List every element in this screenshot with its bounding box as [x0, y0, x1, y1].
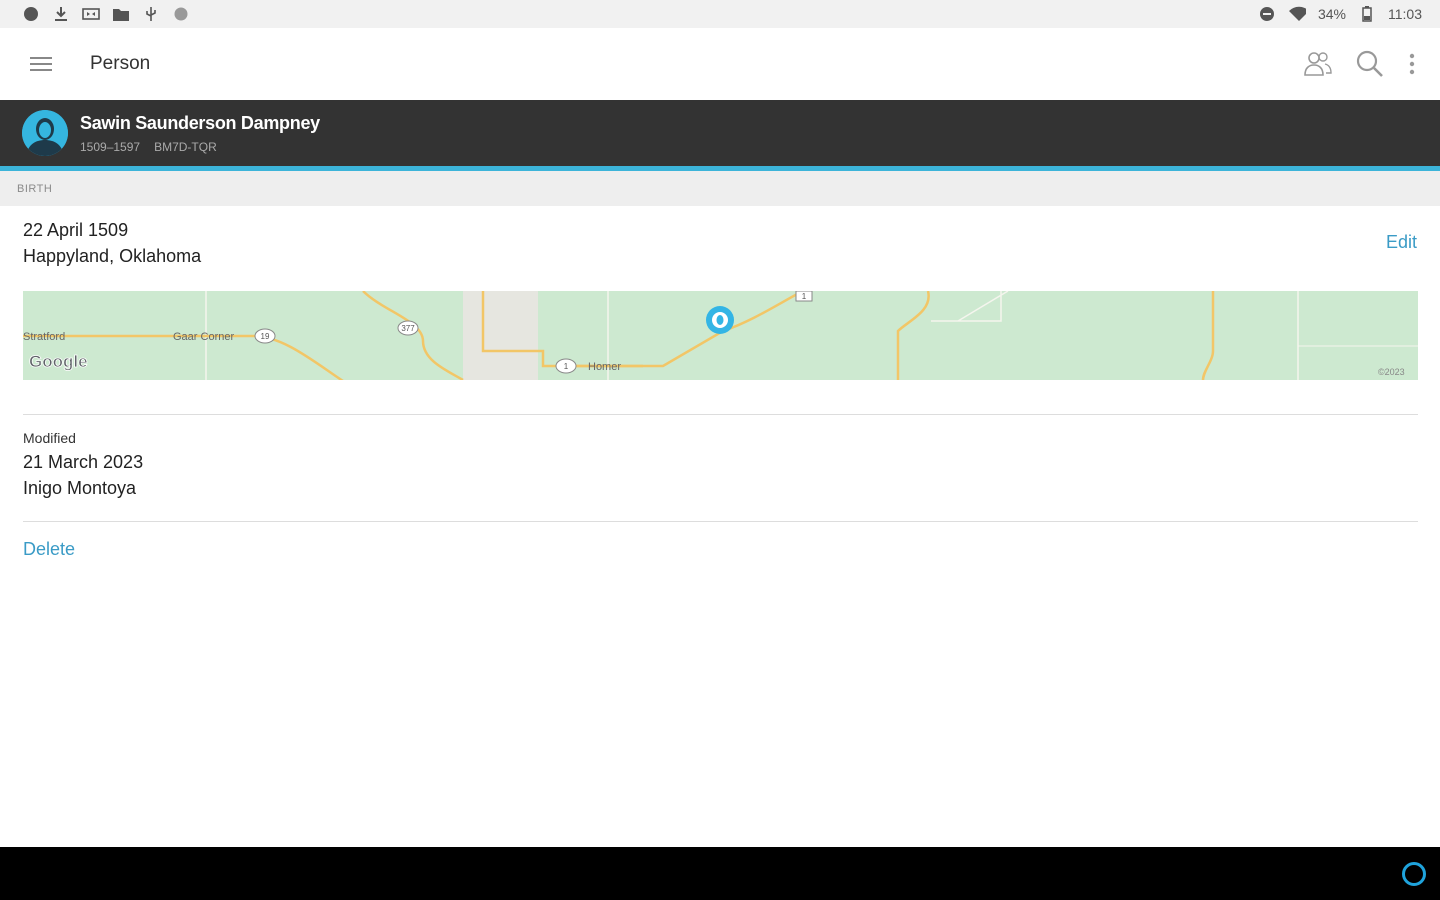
map-marker-icon[interactable] — [706, 306, 734, 334]
birth-date: 22 April 1509 — [23, 220, 129, 240]
modified-label: Modified — [23, 430, 76, 446]
people-icon — [1304, 52, 1332, 76]
clock: 11:03 — [1388, 6, 1422, 22]
birth-place: Happyland, Oklahoma — [23, 246, 202, 266]
modified-date: 21 March 2023 — [23, 452, 144, 472]
map[interactable]: 19 377 1 1 Stratford Gaar Corner Homer G… — [23, 291, 1418, 380]
modified-user: Inigo Montoya — [23, 478, 137, 498]
cast-icon — [82, 5, 100, 23]
download-icon — [52, 5, 70, 23]
place-label: Homer — [588, 361, 621, 373]
divider — [23, 521, 1418, 522]
notification-dot-icon — [22, 5, 40, 23]
do-not-disturb-icon — [1258, 5, 1276, 23]
wifi-icon — [1288, 5, 1306, 23]
map-copyright: ©2023 — [1378, 367, 1405, 377]
status-icons-left — [22, 5, 190, 23]
alexa-icon[interactable] — [1402, 862, 1426, 886]
status-icons-right: 34% 11:03 — [1258, 5, 1422, 23]
delete-button[interactable]: Delete — [23, 539, 75, 560]
person-id: BM7D-TQR — [154, 139, 217, 154]
avatar[interactable] — [22, 110, 68, 156]
route-label: 19 — [261, 332, 270, 341]
section-label: BIRTH — [17, 182, 53, 195]
route-label: 377 — [401, 324, 415, 333]
hamburger-icon — [30, 57, 52, 71]
section-header: BIRTH — [0, 171, 1440, 206]
battery-percent: 34% — [1317, 6, 1346, 22]
person-name: Sawin Saunderson Dampney — [80, 112, 320, 133]
search-icon — [1356, 50, 1383, 77]
place-label: Gaar Corner — [173, 331, 234, 343]
route-shield: 19 — [254, 328, 276, 344]
app-bar: Person — [0, 28, 1440, 100]
map-graphic: 19 377 1 1 Stratford Gaar Corner Homer G… — [23, 291, 1418, 380]
search-button[interactable] — [1350, 44, 1390, 84]
edit-button[interactable]: Edit — [1386, 232, 1417, 253]
map-logo: Google — [29, 352, 88, 371]
more-vertical-icon — [1409, 53, 1415, 75]
battery-icon — [1358, 5, 1376, 23]
route-shield: 1 — [555, 358, 577, 374]
page-title: Person — [90, 53, 151, 74]
person-lifespan: 1509–1597 — [80, 139, 141, 154]
person-subtitle: 1509–1597 BM7D-TQR — [80, 140, 320, 154]
folder-icon — [112, 5, 130, 23]
status-bar: 34% 11:03 — [0, 0, 1440, 28]
place-label: Stratford — [23, 331, 65, 343]
route-shield: 1 — [795, 291, 813, 302]
overflow-menu-button[interactable] — [1402, 44, 1422, 84]
menu-button[interactable] — [26, 49, 56, 79]
person-silhouette-icon — [22, 110, 68, 156]
system-nav-bar — [0, 847, 1440, 900]
sync-icon — [172, 5, 190, 23]
route-label: 1 — [802, 292, 807, 301]
route-shield: 377 — [397, 320, 419, 336]
usb-icon — [142, 5, 160, 23]
family-tree-button[interactable] — [1298, 44, 1338, 84]
divider — [23, 414, 1418, 415]
person-header[interactable]: Sawin Saunderson Dampney 1509–1597 BM7D-… — [0, 100, 1440, 166]
route-label: 1 — [564, 362, 569, 371]
person-info: Sawin Saunderson Dampney 1509–1597 BM7D-… — [80, 113, 320, 154]
